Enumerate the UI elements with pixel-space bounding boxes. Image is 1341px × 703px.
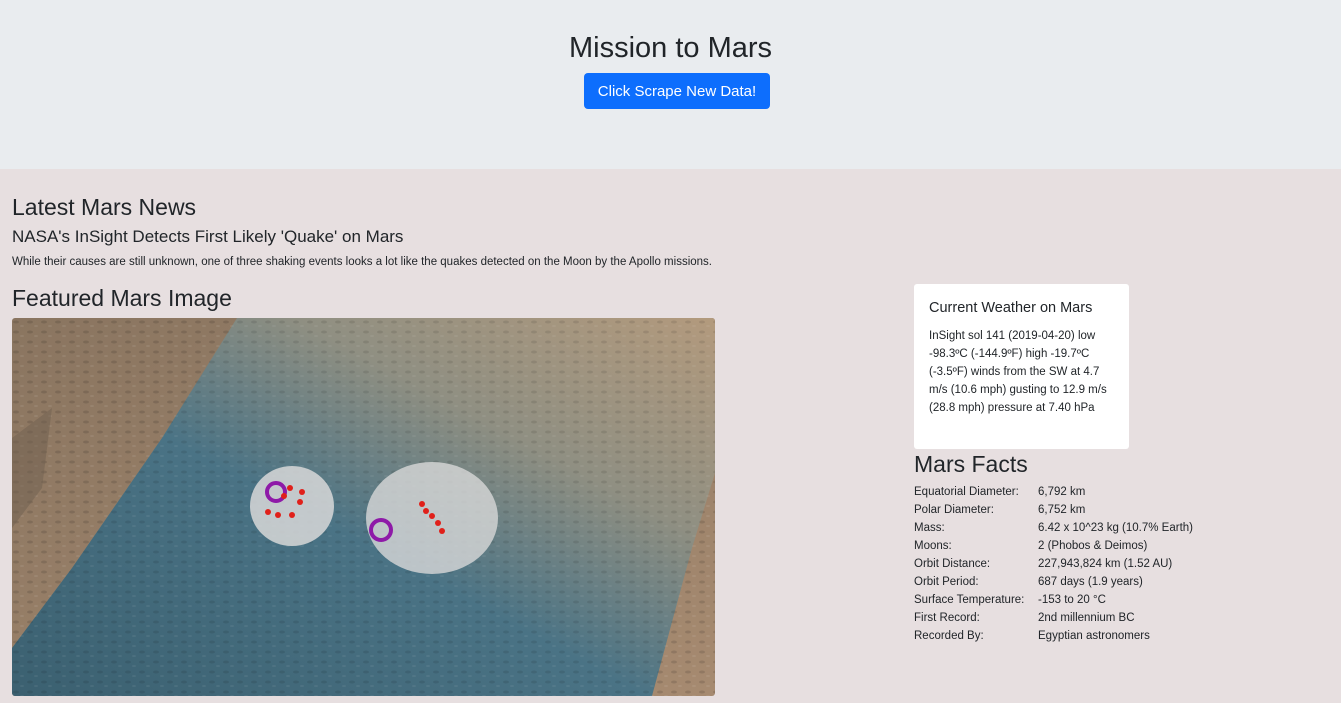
table-row: Mass: 6.42 x 10^23 kg (10.7% Earth) [913, 519, 1195, 537]
fact-value: 687 days (1.9 years) [1038, 576, 1143, 588]
page-title: Mission to Mars [568, 32, 773, 64]
fact-label: Orbit Period: [914, 576, 979, 588]
jumbotron-header: Mission to Mars Click Scrape New Data! [0, 0, 1341, 169]
fact-label: Polar Diameter: [914, 504, 994, 516]
fact-value: 2nd millennium BC [1038, 612, 1135, 624]
table-row: Equatorial Diameter: 6,792 km [913, 483, 1195, 501]
facts-heading: Mars Facts [914, 451, 1028, 477]
table-row: First Record: 2nd millennium BC [913, 609, 1195, 627]
table-row: Polar Diameter: 6,752 km [913, 501, 1195, 519]
weather-card: Current Weather on Mars InSight sol 141 … [914, 284, 1129, 449]
fact-value: 227,943,824 km (1.52 AU) [1038, 558, 1173, 570]
fact-label: Equatorial Diameter: [914, 486, 1019, 498]
fact-label: Moons: [914, 540, 952, 552]
main-content: Latest Mars News NASA's InSight Detects … [0, 169, 1341, 703]
fact-value: Egyptian astronomers [1038, 630, 1150, 642]
fact-label: Orbit Distance: [914, 558, 991, 570]
facts-table: Equatorial Diameter: 6,792 km Polar Diame… [913, 483, 1195, 645]
fact-value: 2 (Phobos & Deimos) [1038, 540, 1148, 552]
scrape-button[interactable]: Click Scrape New Data! [584, 73, 770, 109]
news-teaser: While their causes are still unknown, on… [12, 256, 712, 268]
fact-value: 6.42 x 10^23 kg (10.7% Earth) [1038, 522, 1193, 534]
table-row: Recorded By: Egyptian astronomers [913, 627, 1195, 645]
fact-label: First Record: [914, 612, 980, 624]
featured-mars-image[interactable] [12, 318, 715, 696]
weather-heading: Current Weather on Mars [929, 300, 1093, 316]
table-row: Moons: 2 (Phobos & Deimos) [913, 537, 1195, 555]
fact-label: Recorded By: [914, 630, 984, 642]
news-heading: Latest Mars News [12, 194, 197, 220]
fact-label: Mass: [914, 522, 945, 534]
table-row: Orbit Period: 687 days (1.9 years) [913, 573, 1195, 591]
weather-text: InSight sol 141 (2019-04-20) low -98.3ºC… [929, 330, 1107, 414]
fact-label: Surface Temperature: [914, 594, 1025, 606]
news-title: NASA's InSight Detects First Likely 'Qua… [12, 227, 404, 246]
fact-value: -153 to 20 °C [1038, 594, 1106, 606]
fact-value: 6,752 km [1038, 504, 1086, 516]
featured-image-heading: Featured Mars Image [12, 285, 232, 311]
table-row: Orbit Distance: 227,943,824 km (1.52 AU) [913, 555, 1195, 573]
table-row: Surface Temperature: -153 to 20 °C [913, 591, 1195, 609]
fact-value: 6,792 km [1038, 486, 1086, 498]
